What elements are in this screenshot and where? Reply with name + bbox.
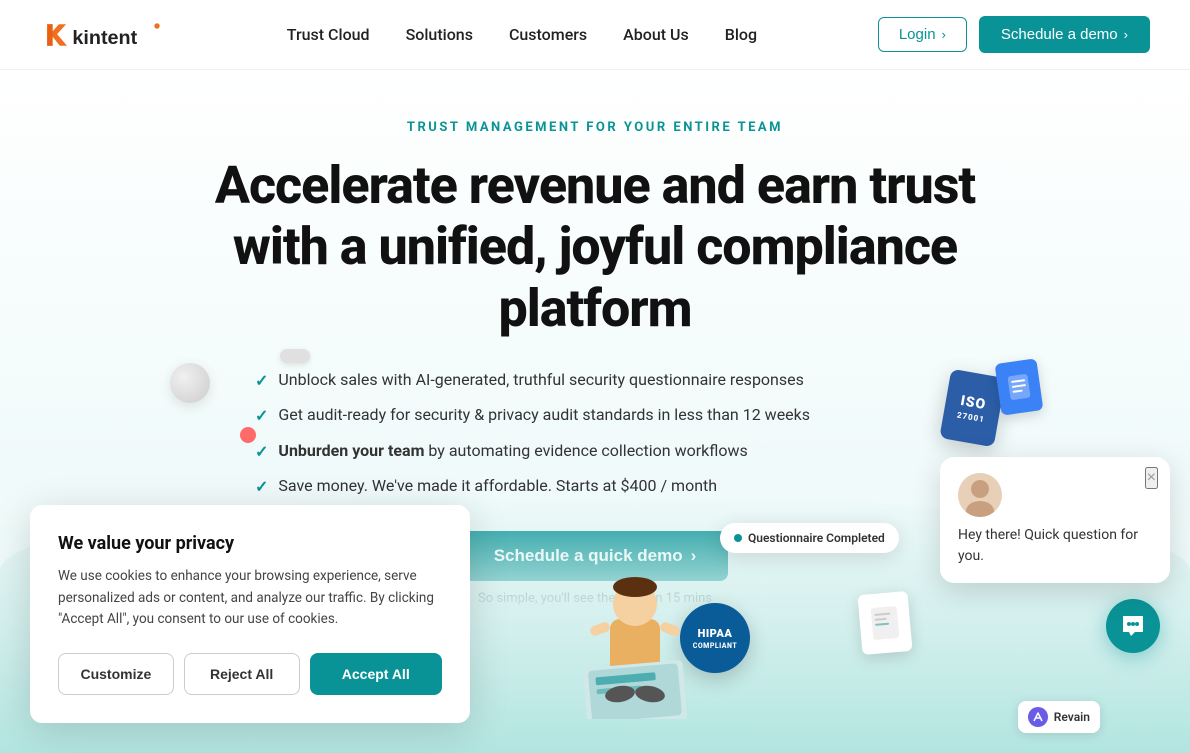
small-document-icon xyxy=(857,591,912,655)
blue-document-icon xyxy=(995,358,1044,415)
revain-badge[interactable]: Revain xyxy=(1018,701,1100,733)
chat-message: Hey there! Quick question for you. xyxy=(958,525,1152,567)
nav-blog[interactable]: Blog xyxy=(725,25,757,44)
iso-badge: ISO 27001 xyxy=(939,369,1005,447)
hero-subtitle: TRUST MANAGEMENT FOR YOUR ENTIRE TEAM xyxy=(40,120,1150,135)
nav-links: Trust Cloud Solutions Customers About Us… xyxy=(287,25,757,44)
schedule-demo-button[interactable]: Schedule a demo › xyxy=(979,16,1150,53)
decorative-circle xyxy=(240,427,256,443)
nav-trust-cloud[interactable]: Trust Cloud xyxy=(287,25,370,44)
check-icon: ✓ xyxy=(255,370,268,392)
svg-text:kintent: kintent xyxy=(72,27,137,49)
chat-bubble-button[interactable] xyxy=(1106,599,1160,653)
chat-widget: × Hey there! Quick question for you. xyxy=(940,457,1170,583)
revain-logo-icon xyxy=(1028,707,1048,727)
nav-actions: Login › Schedule a demo › xyxy=(878,16,1150,53)
accept-all-button[interactable]: Accept All xyxy=(310,653,443,695)
nav-customers[interactable]: Customers xyxy=(509,25,587,44)
demo-arrow-icon: › xyxy=(1124,27,1128,42)
decorative-sphere xyxy=(170,363,210,403)
person-illustration xyxy=(555,519,715,719)
check-icon: ✓ xyxy=(255,405,268,427)
feature-item: ✓ Unblock sales with AI-generated, truth… xyxy=(255,369,935,392)
revain-label: Revain xyxy=(1054,710,1090,724)
check-icon: ✓ xyxy=(255,441,268,463)
questionnaire-badge: Questionnaire Completed xyxy=(720,523,899,553)
nav-solutions[interactable]: Solutions xyxy=(406,25,473,44)
navbar: kintent Trust Cloud Solutions Customers … xyxy=(0,0,1190,70)
cookie-actions: Customize Reject All Accept All xyxy=(58,653,442,695)
chat-bubble-icon xyxy=(1119,612,1147,640)
logo[interactable]: kintent xyxy=(40,17,166,53)
status-dot xyxy=(734,534,742,542)
chat-avatar xyxy=(958,473,1002,517)
iso-text: ISO xyxy=(958,392,988,413)
hero-title: Accelerate revenue and earn trust with a… xyxy=(185,155,1005,339)
cookie-title: We value your privacy xyxy=(58,533,442,554)
login-arrow-icon: › xyxy=(942,27,946,42)
feature-item: ✓ Get audit-ready for security & privacy… xyxy=(255,404,935,427)
chat-close-button[interactable]: × xyxy=(1145,467,1158,489)
nav-about-us[interactable]: About Us xyxy=(623,25,689,44)
customize-button[interactable]: Customize xyxy=(58,653,174,695)
cookie-text: We use cookies to enhance your browsing … xyxy=(58,566,442,631)
login-button[interactable]: Login › xyxy=(878,17,967,52)
decorative-pill xyxy=(280,349,310,363)
reject-all-button[interactable]: Reject All xyxy=(184,653,300,695)
feature-item: ✓ Unburden your team by automating evide… xyxy=(255,440,935,463)
cookie-banner: We value your privacy We use cookies to … xyxy=(30,505,470,723)
